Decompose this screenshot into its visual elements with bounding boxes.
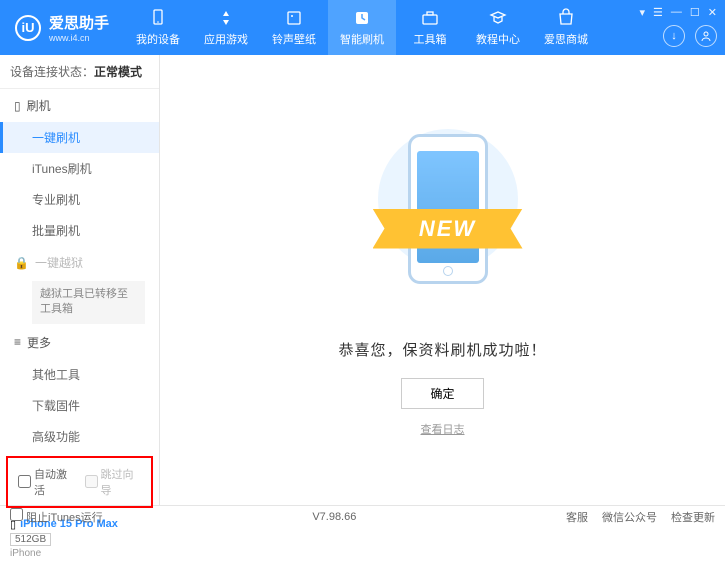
menu-icon[interactable]: ▾ bbox=[640, 6, 646, 19]
main-content: NEW 恭喜您，保资料刷机成功啦！ 确定 查看日志 bbox=[160, 55, 725, 505]
success-message: 恭喜您，保资料刷机成功啦！ bbox=[338, 339, 546, 360]
success-illustration: NEW bbox=[363, 124, 523, 324]
checkbox-options: 自动激活 跳过向导 bbox=[6, 456, 153, 508]
flash-icon bbox=[352, 8, 372, 28]
sidebar-item-batch-flash[interactable]: 批量刷机 bbox=[0, 215, 159, 246]
tab-tutorials[interactable]: 教程中心 bbox=[464, 0, 532, 55]
sidebar-item-other-tools[interactable]: 其他工具 bbox=[0, 359, 159, 390]
jailbreak-note: 越狱工具已转移至工具箱 bbox=[32, 281, 145, 324]
device-icon bbox=[148, 8, 168, 28]
version-label: V7.98.66 bbox=[312, 511, 356, 523]
user-button[interactable] bbox=[695, 25, 717, 47]
sidebar-item-pro-flash[interactable]: 专业刷机 bbox=[0, 184, 159, 215]
tab-apps[interactable]: 应用游戏 bbox=[192, 0, 260, 55]
footer-link-update[interactable]: 检查更新 bbox=[671, 509, 715, 525]
footer-link-support[interactable]: 客服 bbox=[566, 509, 588, 525]
tutorial-icon bbox=[488, 8, 508, 28]
view-log-link[interactable]: 查看日志 bbox=[421, 421, 465, 437]
tab-ringtones[interactable]: 铃声壁纸 bbox=[260, 0, 328, 55]
logo-area: iU 爱思助手 www.i4.cn bbox=[0, 12, 124, 43]
minimize-icon[interactable]: — bbox=[671, 6, 682, 19]
footer-link-wechat[interactable]: 微信公众号 bbox=[602, 509, 657, 525]
app-url: www.i4.cn bbox=[49, 33, 109, 43]
lock-icon: 🔒 bbox=[14, 256, 29, 270]
group-jailbreak: 🔒一键越狱 bbox=[0, 246, 159, 279]
sidebar-item-oneclick-flash[interactable]: 一键刷机 bbox=[0, 122, 159, 153]
download-button[interactable]: ↓ bbox=[663, 25, 685, 47]
apps-icon bbox=[216, 8, 236, 28]
nav-tabs: 我的设备 应用游戏 铃声壁纸 智能刷机 工具箱 教程中心 爱思商城 bbox=[124, 0, 600, 55]
tab-toolbox[interactable]: 工具箱 bbox=[396, 0, 464, 55]
media-icon bbox=[284, 8, 304, 28]
tab-store[interactable]: 爱思商城 bbox=[532, 0, 600, 55]
more-icon: ≡ bbox=[14, 335, 21, 349]
sidebar-item-advanced[interactable]: 高级功能 bbox=[0, 421, 159, 452]
app-title: 爱思助手 bbox=[49, 12, 109, 33]
toolbox-icon bbox=[420, 8, 440, 28]
store-icon bbox=[556, 8, 576, 28]
group-flash: ▯刷机 bbox=[0, 89, 159, 122]
device-storage: 512GB bbox=[10, 533, 51, 546]
maximize-icon[interactable]: ☐ bbox=[690, 6, 700, 19]
sidebar: 设备连接状态：正常模式 ▯刷机 一键刷机 iTunes刷机 专业刷机 批量刷机 … bbox=[0, 55, 160, 505]
window-controls: ▾ ☰ — ☐ ✕ bbox=[640, 6, 718, 19]
app-header: iU 爱思助手 www.i4.cn 我的设备 应用游戏 铃声壁纸 智能刷机 工具… bbox=[0, 0, 725, 55]
ok-button[interactable]: 确定 bbox=[401, 378, 483, 409]
header-actions: ↓ bbox=[663, 25, 717, 47]
sidebar-item-itunes-flash[interactable]: iTunes刷机 bbox=[0, 153, 159, 184]
group-more: ≡更多 bbox=[0, 326, 159, 359]
connection-status: 设备连接状态：正常模式 bbox=[0, 55, 159, 89]
skin-icon[interactable]: ☰ bbox=[653, 6, 663, 19]
tab-my-device[interactable]: 我的设备 bbox=[124, 0, 192, 55]
checkbox-skip-guide[interactable]: 跳过向导 bbox=[85, 466, 142, 498]
checkbox-block-itunes[interactable]: 阻止iTunes运行 bbox=[10, 508, 103, 525]
close-icon[interactable]: ✕ bbox=[708, 6, 717, 19]
phone-icon: ▯ bbox=[14, 99, 21, 113]
tab-flash[interactable]: 智能刷机 bbox=[328, 0, 396, 55]
device-type: iPhone bbox=[10, 548, 149, 559]
sidebar-item-download-firmware[interactable]: 下载固件 bbox=[0, 390, 159, 421]
new-ribbon: NEW bbox=[373, 209, 523, 249]
logo-icon: iU bbox=[15, 15, 41, 41]
checkbox-auto-activate[interactable]: 自动激活 bbox=[18, 466, 75, 498]
